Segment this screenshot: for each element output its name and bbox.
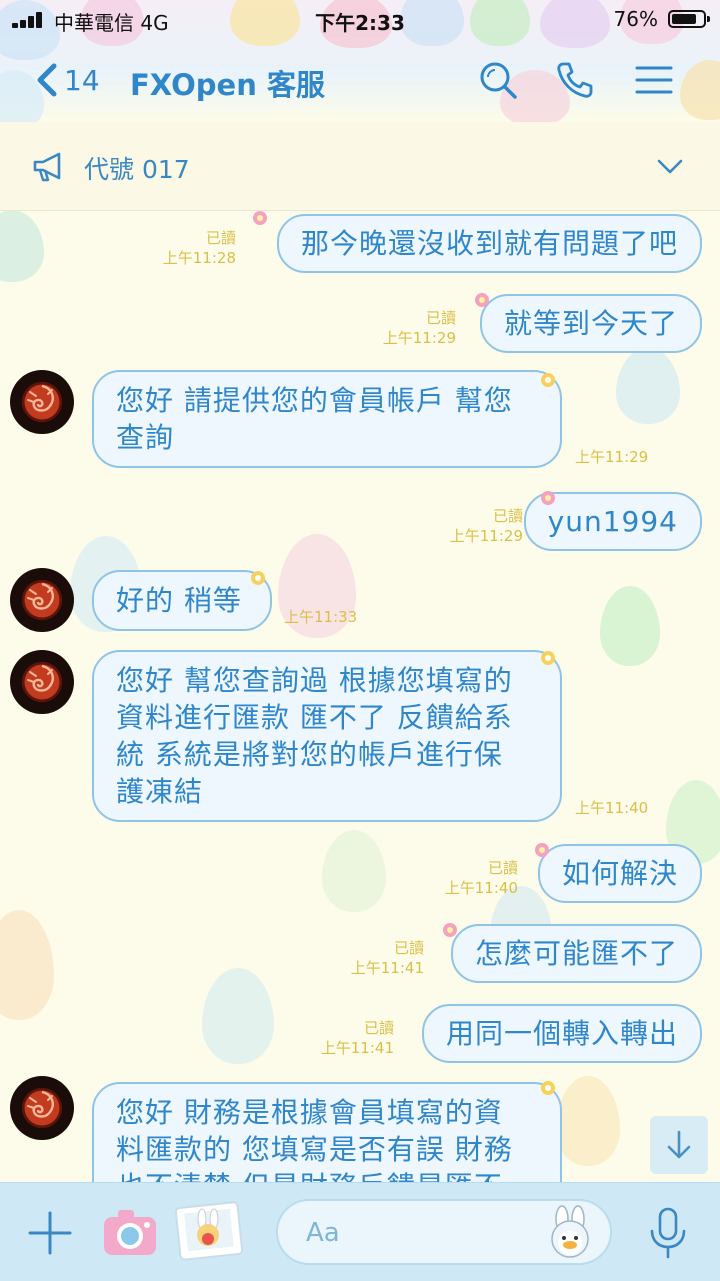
avatar[interactable] (10, 1076, 74, 1140)
message-composer[interactable] (276, 1199, 612, 1265)
sticker-icon[interactable] (542, 1205, 598, 1261)
photo-icon[interactable] (174, 1201, 244, 1261)
flower-icon (541, 1081, 555, 1095)
microphone-icon[interactable] (648, 1207, 688, 1259)
incoming-message: 您好 財務是根據會員填寫的資 料匯款的 您填寫是否有誤 財務 也不清楚 但是財務… (0, 0, 720, 1182)
plus-icon[interactable] (28, 1211, 72, 1255)
scroll-to-bottom-button[interactable] (650, 1116, 708, 1174)
arrow-down-icon (667, 1130, 691, 1159)
camera-icon[interactable] (102, 1207, 158, 1257)
message-line: 也不清楚 但是財務反饋是匯不 (116, 1168, 538, 1182)
message-line: 您好 財務是根據會員填寫的資 (116, 1096, 503, 1129)
dragon-logo-icon (27, 1090, 54, 1118)
message-bubble[interactable]: 您好 財務是根據會員填寫的資 料匯款的 您填寫是否有誤 財務 也不清楚 但是財務… (92, 1082, 562, 1182)
input-bar (0, 1182, 720, 1281)
message-input[interactable] (304, 1213, 538, 1253)
message-line: 料匯款的 您填寫是否有誤 財務 (116, 1133, 513, 1166)
